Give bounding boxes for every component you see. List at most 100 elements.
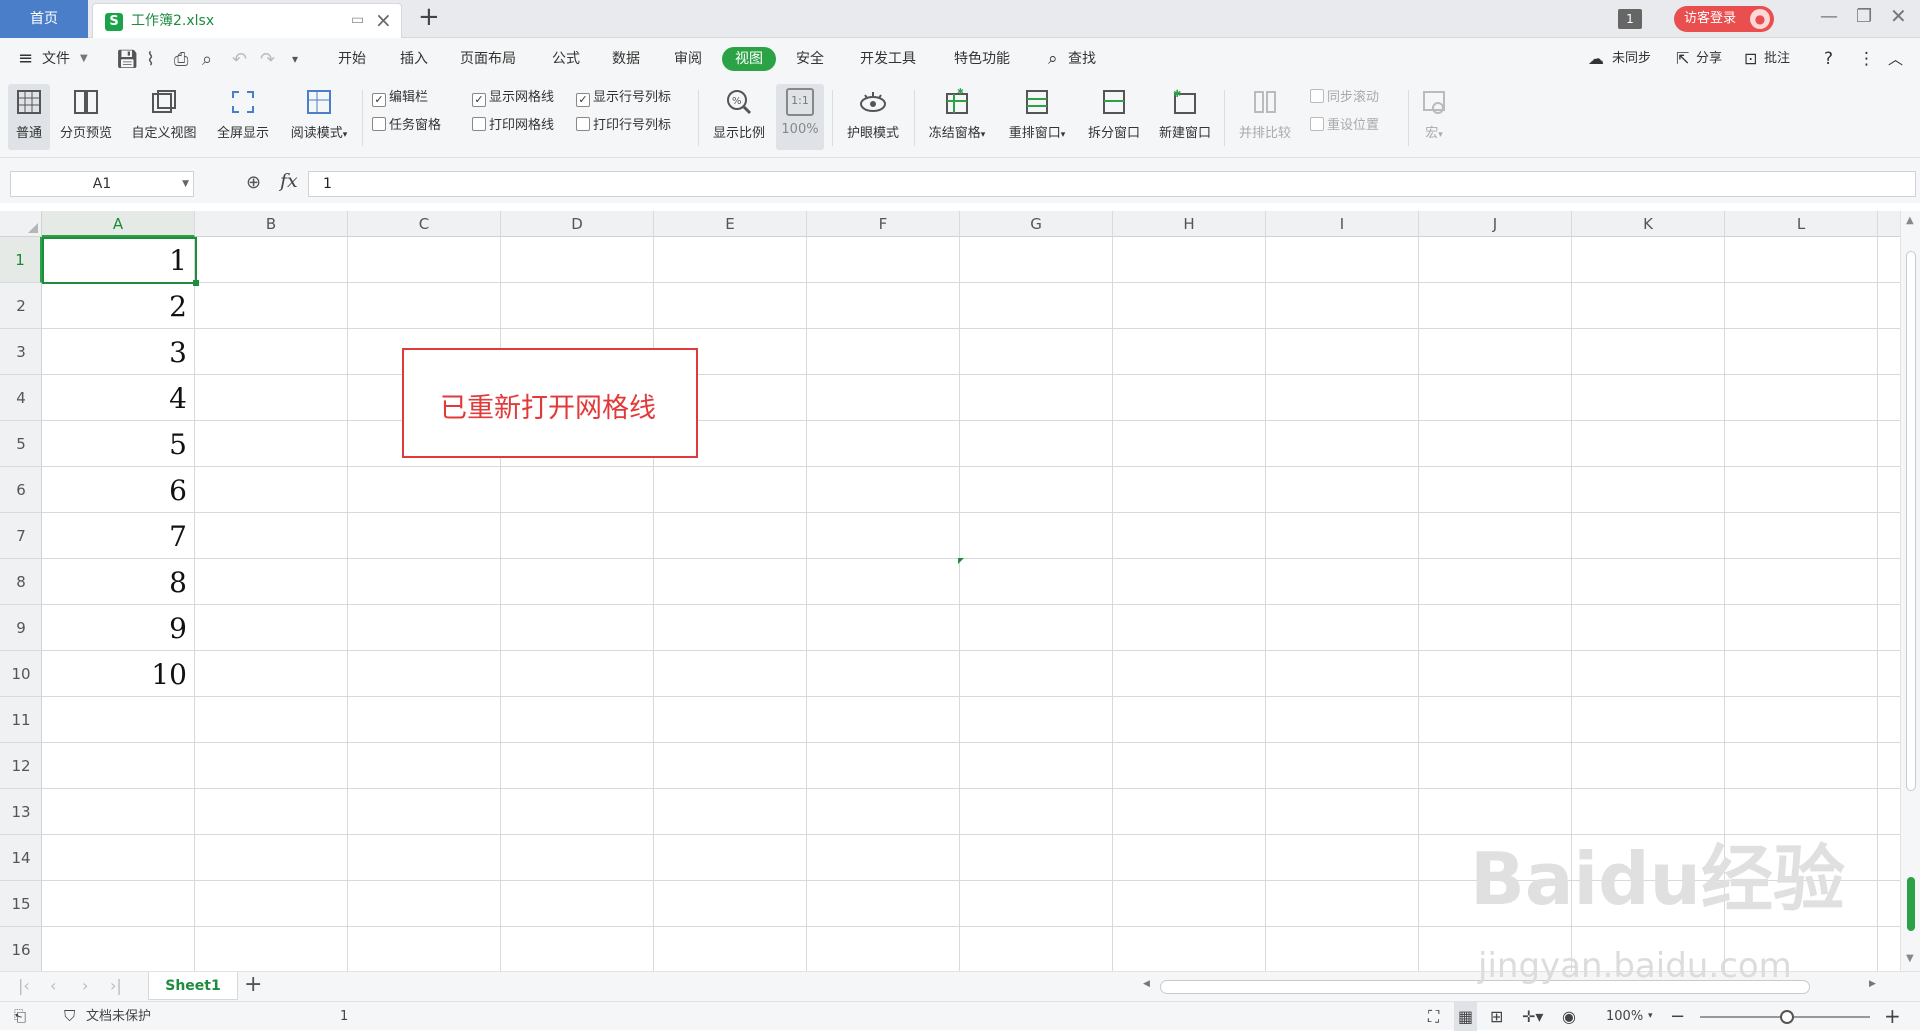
menu-file[interactable]: 文件 — [42, 38, 70, 80]
row-header-2[interactable]: 2 — [0, 283, 42, 329]
column-header-j[interactable]: J — [1419, 211, 1572, 237]
more-icon[interactable]: ⋮ — [1858, 38, 1875, 80]
column-header-a[interactable]: A — [42, 211, 195, 237]
print-preview-icon[interactable]: ⌕ — [202, 49, 212, 70]
vertical-scrollbar[interactable]: ▲ ▼ — [1900, 211, 1920, 971]
menu-formula[interactable]: 公式 — [552, 38, 580, 80]
column-header-h[interactable]: H — [1113, 211, 1266, 237]
split-window-button[interactable]: 拆分窗口 — [1082, 84, 1146, 150]
zoom-100-button[interactable]: 1:1 100% — [776, 84, 824, 150]
hamburger-icon[interactable]: ≡ — [18, 38, 33, 80]
minimize-icon[interactable]: — — [1820, 6, 1838, 27]
insert-function-icon[interactable]: fx — [280, 170, 298, 192]
cell-a4[interactable]: 4 — [42, 375, 195, 421]
zoom-status[interactable]: 100% — [1606, 1002, 1643, 1031]
menu-data[interactable]: 数据 — [612, 38, 640, 80]
chevron-down-icon[interactable]: ▼ — [80, 38, 88, 80]
arrange-windows-button[interactable]: 重排窗口▾ — [1000, 84, 1074, 150]
menu-special[interactable]: 特色功能 — [954, 38, 1010, 80]
row-header-9[interactable]: 9 — [0, 605, 42, 651]
zoom-dropdown-icon[interactable]: ▾ — [1648, 1002, 1653, 1031]
reset-position-button[interactable]: 重设位置 — [1310, 116, 1379, 136]
zoom-button[interactable]: % 显示比例 — [706, 84, 772, 150]
menu-page-layout[interactable]: 页面布局 — [460, 38, 516, 80]
comment-button[interactable]: 批注 — [1764, 38, 1790, 80]
close-tab-icon[interactable]: × — [375, 8, 392, 32]
formula-input[interactable]: 1 — [308, 171, 1916, 197]
cell-area[interactable]: 1 2 3 4 5 6 7 8 9 10 — [42, 237, 1900, 971]
collapse-ribbon-icon[interactable]: ︿ — [1888, 38, 1903, 80]
sheet-tab-sheet1[interactable]: Sheet1 — [148, 972, 238, 1000]
print-gridlines-checkbox[interactable]: 打印网格线 — [472, 116, 554, 136]
restore-icon[interactable]: ❐ — [1856, 6, 1872, 27]
menu-home[interactable]: 开始 — [338, 38, 366, 80]
cell-a2[interactable]: 2 — [42, 283, 195, 329]
next-sheet-icon[interactable]: › — [82, 976, 88, 995]
last-sheet-icon[interactable]: ›| — [110, 976, 122, 995]
sync-status[interactable]: 未同步 — [1612, 38, 1651, 80]
window-count-badge[interactable]: 1 — [1618, 9, 1642, 29]
cell-a10[interactable]: 10 — [42, 651, 195, 697]
share-button[interactable]: 分享 — [1696, 38, 1722, 80]
task-pane-checkbox[interactable]: 任务窗格 — [372, 116, 441, 136]
search-icon[interactable]: ⌕ — [1048, 38, 1058, 80]
file-tab[interactable]: S 工作簿2.xlsx ▭ × — [92, 3, 402, 38]
chevron-down-icon[interactable]: ▼ — [182, 172, 189, 196]
sync-scroll-button[interactable]: 同步滚动 — [1310, 88, 1379, 108]
cell-a9[interactable]: 9 — [42, 605, 195, 651]
protect-status[interactable]: 文档未保护 — [86, 1002, 151, 1031]
fullscreen-button[interactable]: 全屏显示 — [210, 84, 276, 150]
row-header-5[interactable]: 5 — [0, 421, 42, 467]
eye-protection-button[interactable]: 护眼模式 — [838, 84, 908, 150]
row-header-4[interactable]: 4 — [0, 375, 42, 421]
column-header-b[interactable]: B — [195, 211, 348, 237]
close-window-icon[interactable]: ✕ — [1890, 4, 1907, 28]
formula-bar-checkbox[interactable]: ✓ 编辑栏 — [372, 88, 428, 108]
cell-a5[interactable]: 5 — [42, 421, 195, 467]
print-icon[interactable]: ⎙ — [174, 49, 188, 70]
menu-view[interactable]: 视图 — [722, 47, 776, 71]
column-header-e[interactable]: E — [654, 211, 807, 237]
first-sheet-icon[interactable]: |‹ — [18, 976, 30, 995]
zoom-slider[interactable] — [1700, 1010, 1870, 1024]
column-header-l[interactable]: L — [1725, 211, 1878, 237]
custom-view-button[interactable]: 自定义视图 — [124, 84, 204, 150]
name-box[interactable]: A1 ▼ — [10, 171, 194, 197]
menu-insert[interactable]: 插入 — [400, 38, 428, 80]
zoom-slider-knob[interactable] — [1780, 1010, 1794, 1024]
vertical-scroll-thumb[interactable] — [1906, 251, 1916, 791]
new-tab-button[interactable]: + — [418, 2, 440, 32]
menu-search[interactable]: 查找 — [1068, 38, 1096, 80]
cell-a6[interactable]: 6 — [42, 467, 195, 513]
column-header-c[interactable]: C — [348, 211, 501, 237]
menu-security[interactable]: 安全 — [796, 38, 824, 80]
horizontal-scroll-thumb[interactable] — [1160, 980, 1810, 994]
row-header-3[interactable]: 3 — [0, 329, 42, 375]
eye-status-icon[interactable]: ◉ — [1562, 1002, 1576, 1031]
zoom-formula-icon[interactable]: ⊕ — [246, 172, 261, 193]
row-header-15[interactable]: 15 — [0, 881, 42, 927]
normal-view-button[interactable]: 普通 — [8, 84, 50, 150]
scroll-right-icon[interactable]: ▶ — [1869, 979, 1876, 989]
row-header-14[interactable]: 14 — [0, 835, 42, 881]
help-icon[interactable]: ? — [1824, 38, 1833, 80]
column-header-f[interactable]: F — [807, 211, 960, 237]
reading-status-icon[interactable]: ✛▾ — [1522, 1002, 1543, 1031]
row-header-8[interactable]: 8 — [0, 559, 42, 605]
row-header-12[interactable]: 12 — [0, 743, 42, 789]
freeze-panes-button[interactable]: ✱ 冻结窗格▾ — [920, 84, 994, 150]
horizontal-scrollbar[interactable]: ◀ ▶ — [1125, 977, 1895, 997]
login-button[interactable]: 访客登录 ● — [1674, 6, 1774, 32]
column-header-i[interactable]: I — [1266, 211, 1419, 237]
column-header-k[interactable]: K — [1572, 211, 1725, 237]
column-header-d[interactable]: D — [501, 211, 654, 237]
row-header-1[interactable]: 1 — [0, 237, 42, 283]
save-icon[interactable]: 💾︎ — [116, 49, 139, 70]
scroll-left-icon[interactable]: ◀ — [1143, 979, 1150, 989]
cell-a7[interactable]: 7 — [42, 513, 195, 559]
row-header-7[interactable]: 7 — [0, 513, 42, 559]
redo-icon[interactable]: ↷ — [260, 49, 275, 70]
home-tab[interactable]: 首页 — [0, 0, 88, 38]
cell-a3[interactable]: 3 — [42, 329, 195, 375]
reading-mode-button[interactable]: 阅读模式▾ — [282, 84, 356, 150]
